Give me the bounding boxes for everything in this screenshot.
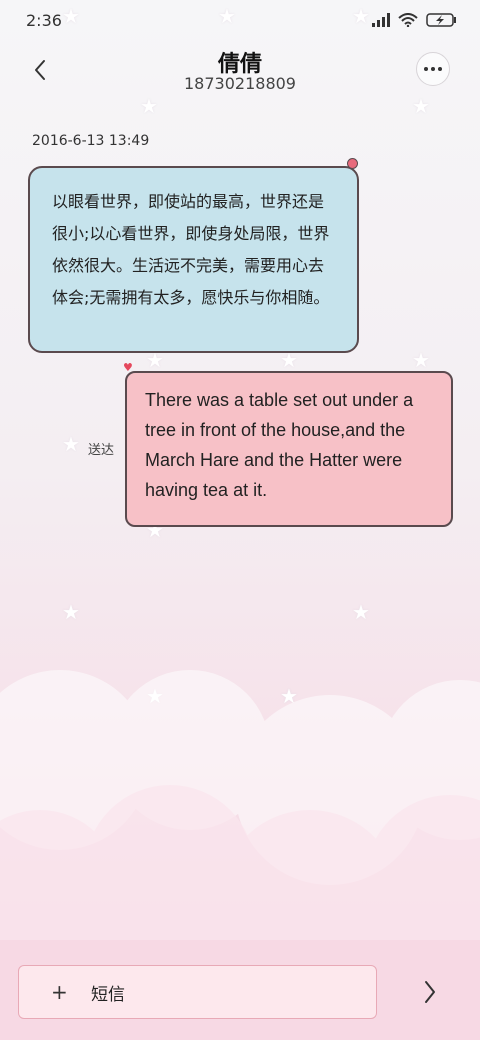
star-icon: ★	[62, 600, 80, 624]
signal-icon	[372, 13, 390, 27]
more-options-button[interactable]	[416, 52, 450, 86]
bubble-dot-decoration	[347, 158, 358, 169]
star-icon: ★	[146, 348, 164, 372]
contact-phone-number: 18730218809	[184, 74, 296, 93]
delivery-status: 送达	[88, 443, 115, 458]
battery-charging-icon	[426, 13, 456, 27]
status-icons	[372, 13, 456, 27]
status-time: 2:36	[26, 10, 62, 30]
composer-bar: + 短信	[0, 960, 480, 1030]
star-icon: ★	[62, 432, 80, 456]
chevron-right-icon	[425, 981, 435, 1003]
conversation-header: 倩倩 18730218809	[0, 44, 480, 104]
status-bar: 2:36	[0, 0, 480, 40]
incoming-message-bubble[interactable]: 以眼看世界，即使站的最高，世界还是很小;以心看世界，即使身处局限，世界依然很大。…	[28, 166, 359, 353]
star-icon: ★	[280, 348, 298, 372]
message-input[interactable]: + 短信	[18, 965, 377, 1019]
star-icon: ★	[412, 348, 430, 372]
outgoing-message-bubble[interactable]: There was a table set out under a tree i…	[125, 371, 453, 527]
star-icon: ★	[352, 600, 370, 624]
attach-plus-icon[interactable]: +	[51, 980, 91, 1004]
send-button[interactable]	[416, 976, 444, 1008]
wifi-icon	[398, 13, 418, 27]
outgoing-message-text: There was a table set out under a tree i…	[145, 390, 414, 500]
incoming-message-text: 以眼看世界，即使站的最高，世界还是很小;以心看世界，即使身处局限，世界依然很大。…	[52, 192, 330, 307]
message-timestamp: 2016-6-13 13:49	[32, 133, 150, 149]
more-dots-icon	[424, 67, 428, 71]
input-placeholder: 短信	[91, 984, 125, 1005]
